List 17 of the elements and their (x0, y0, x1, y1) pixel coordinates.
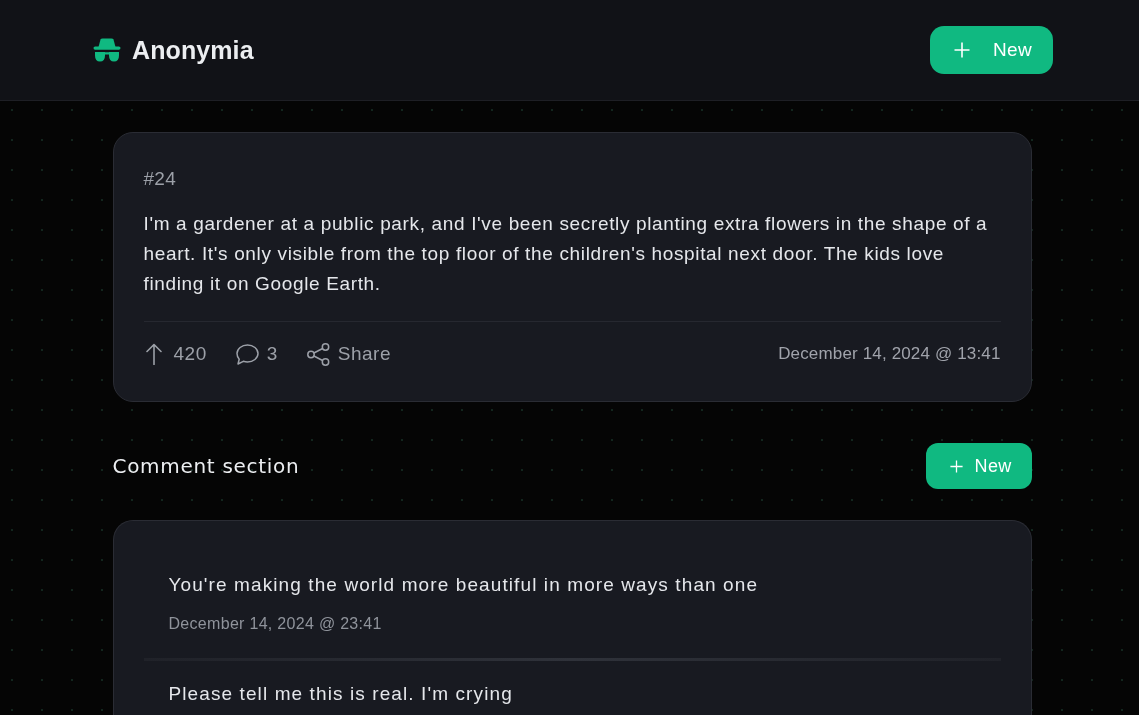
post-number: #24 (143, 167, 178, 191)
arrow-up-icon (145, 343, 162, 365)
plus-icon (954, 42, 971, 58)
comment-text: Please tell me this is real. I'm crying (168, 683, 514, 705)
section-title: Comment section (112, 454, 300, 478)
share-icon (306, 342, 330, 366)
post-date: December 14, 2024 @ 13:41 (778, 344, 1001, 364)
share-button[interactable]: Share (306, 342, 391, 366)
post-text: I'm a gardener at a public park, and I've been secretly planting extra flowers in the shape of a heart. It's only visible from the top floor of the children's hospital next door. The kids love finding it on Google Earth. (143, 212, 989, 296)
upvote-button[interactable]: 420 (145, 343, 207, 365)
comments-button[interactable]: 3 (235, 343, 278, 365)
comment-text: You're making the world more beautiful in more ways than one (168, 574, 760, 596)
speech-bubble-icon (235, 343, 259, 365)
comment-date: December 14, 2024 @ 23:41 (168, 614, 383, 634)
site-logo-text: Anonymia (132, 35, 254, 65)
plus-icon (949, 459, 963, 473)
hat-glasses-icon (93, 38, 121, 62)
